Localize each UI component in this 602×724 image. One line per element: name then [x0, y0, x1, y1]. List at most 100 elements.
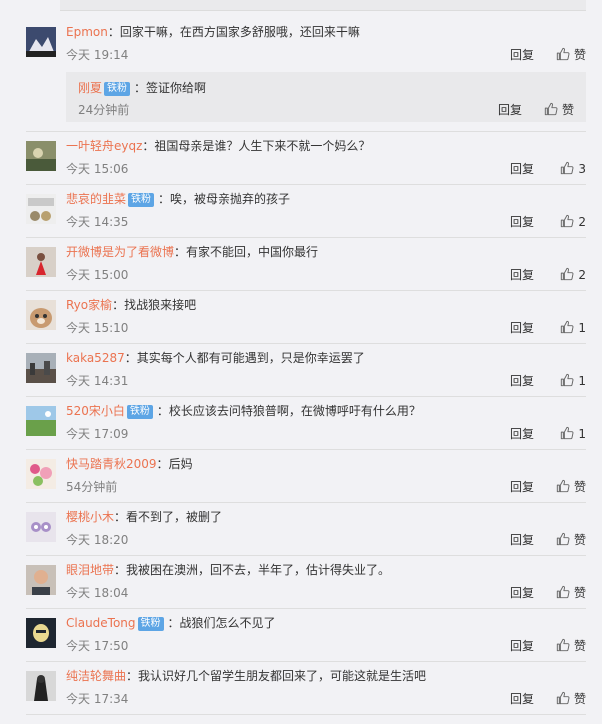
divider	[26, 449, 586, 450]
like-button[interactable]: 赞	[556, 585, 586, 601]
avatar[interactable]	[26, 247, 56, 277]
like-button[interactable]: 1	[560, 320, 586, 336]
avatar[interactable]	[26, 27, 56, 57]
avatar[interactable]	[26, 618, 56, 648]
reply-button[interactable]: 回复	[510, 267, 534, 283]
username-link[interactable]: 悲哀的韭菜	[66, 192, 126, 206]
username-link[interactable]: 纯洁轮舞曲	[66, 669, 126, 683]
comment-text: 后妈	[168, 457, 193, 471]
avatar[interactable]	[26, 406, 56, 436]
username-link[interactable]: 快马踏青秋2009	[66, 457, 157, 471]
separator: ：	[134, 81, 147, 95]
reply-button[interactable]: 回复	[510, 373, 534, 389]
username-link[interactable]: 刚夏	[78, 81, 102, 95]
username-link[interactable]: Ryo家榆	[66, 298, 112, 312]
separator: ：	[158, 192, 171, 206]
thumbs-up-icon	[561, 267, 574, 281]
fan-badge: 铁粉	[126, 405, 153, 419]
username-link[interactable]: ClaudeTong	[66, 616, 136, 630]
avatar[interactable]	[26, 512, 56, 542]
reply-button[interactable]: 回复	[510, 691, 534, 707]
thumbs-up-icon	[556, 638, 570, 652]
comment-text: 其实每个人都有可能遇到，只是你幸运罢了	[136, 351, 365, 365]
like-button[interactable]: 赞	[544, 102, 574, 118]
reply-button[interactable]: 回复	[510, 47, 534, 63]
comment-text: 唉，被母亲抛弃的孩子	[170, 192, 291, 206]
divider	[26, 396, 586, 397]
divider	[26, 608, 586, 609]
reply-button[interactable]: 回复	[510, 161, 534, 177]
fan-badge: 铁粉	[128, 193, 155, 207]
comment-time: 54分钟前	[66, 480, 118, 494]
comment-time: 今天 14:31	[66, 374, 129, 388]
like-button[interactable]: 赞	[556, 691, 586, 707]
reply-button[interactable]: 回复	[510, 214, 534, 230]
thumbs-up-icon	[561, 426, 574, 440]
reply-button[interactable]: 回复	[510, 426, 534, 442]
avatar[interactable]	[26, 141, 56, 171]
divider	[26, 184, 586, 185]
like-button[interactable]: 1	[560, 373, 586, 389]
username-link[interactable]: 开微博是为了看微博	[66, 245, 174, 259]
like-button[interactable]: 赞	[556, 638, 586, 654]
like-count: 赞	[573, 533, 586, 547]
like-count: 3	[578, 162, 586, 176]
fan-badge: 铁粉	[104, 82, 131, 96]
separator: ：	[167, 616, 180, 630]
comment-time: 今天 15:10	[66, 321, 129, 335]
reply-button[interactable]: 回复	[510, 320, 534, 336]
like-button[interactable]: 3	[560, 161, 586, 177]
thumbs-up-icon	[556, 532, 570, 546]
avatar[interactable]	[26, 565, 56, 595]
divider	[26, 661, 586, 662]
like-button[interactable]: 赞	[556, 479, 586, 495]
avatar[interactable]	[26, 194, 56, 224]
divider	[26, 714, 586, 715]
like-button[interactable]: 2	[560, 214, 586, 230]
avatar[interactable]	[26, 300, 56, 330]
comment-text: 签证你给啊	[146, 81, 207, 95]
like-button[interactable]: 1	[560, 426, 586, 442]
reply-button[interactable]: 回复	[510, 585, 534, 601]
avatar[interactable]	[26, 353, 56, 383]
like-button[interactable]: 赞	[556, 532, 586, 548]
separator: ：	[156, 404, 169, 418]
like-count: 2	[578, 268, 586, 282]
comment-text: 我被困在澳洲，回不去，半年了，估计得失业了。	[126, 563, 391, 577]
reply-button[interactable]: 回复	[498, 102, 522, 118]
username-link[interactable]: 樱桃小木	[66, 510, 114, 524]
reply-button[interactable]: 回复	[510, 532, 534, 548]
avatar[interactable]	[26, 459, 56, 489]
comment-time: 今天 14:35	[66, 215, 129, 229]
like-count: 赞	[573, 692, 586, 706]
comment-time: 24分钟前	[78, 103, 130, 117]
comment-time: 今天 17:34	[66, 692, 129, 706]
username-link[interactable]: 眼泪地带	[66, 563, 114, 577]
thumbs-up-icon	[561, 161, 574, 175]
thumbs-up-icon	[561, 373, 574, 387]
reply-button[interactable]: 回复	[510, 479, 534, 495]
divider	[26, 343, 586, 344]
divider	[26, 131, 586, 132]
sub-reply: 刚夏 铁粉 ：签证你给啊 24分钟前 回复 赞	[66, 72, 586, 122]
like-count: 1	[578, 427, 586, 441]
username-link[interactable]: 一叶轻舟eyqz	[66, 139, 142, 153]
like-button[interactable]: 赞	[556, 47, 586, 63]
reply-button[interactable]: 回复	[510, 638, 534, 654]
username-link[interactable]: 520宋小白	[66, 404, 125, 418]
like-count: 赞	[573, 48, 586, 62]
divider	[26, 555, 586, 556]
like-count: 赞	[573, 586, 586, 600]
username-link[interactable]: kaka5287	[66, 351, 125, 365]
username-link[interactable]: Epmon	[66, 25, 108, 39]
comment-time: 今天 18:20	[66, 533, 129, 547]
like-count: 赞	[573, 639, 586, 653]
like-button[interactable]: 2	[560, 267, 586, 283]
thumbs-up-icon	[561, 214, 574, 228]
comment-time: 今天 15:00	[66, 268, 129, 282]
separator: ：	[156, 457, 169, 471]
avatar[interactable]	[26, 671, 56, 701]
separator: ：	[142, 139, 155, 153]
comment-time: 今天 17:09	[66, 427, 129, 441]
like-count: 赞	[561, 103, 574, 117]
